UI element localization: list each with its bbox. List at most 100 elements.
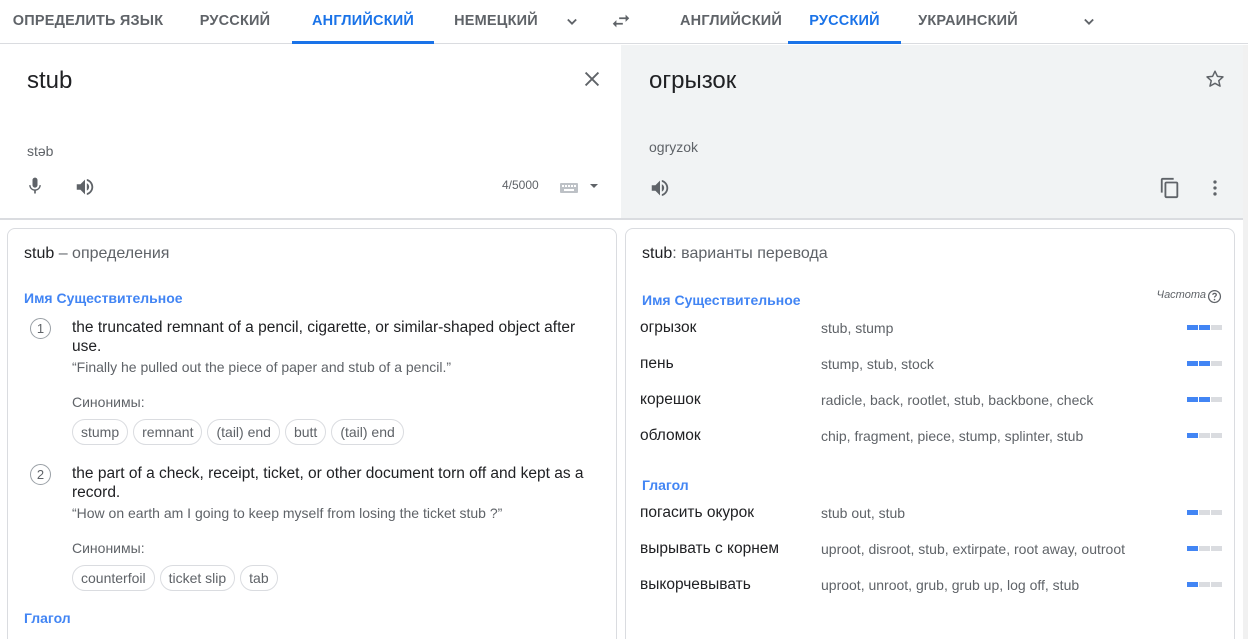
definition-example: “Finally he pulled out the piece of pape… <box>72 359 452 375</box>
translation-word[interactable]: огрызок <box>640 319 696 337</box>
source-more-languages-button[interactable] <box>558 8 586 36</box>
verb-section-label: Глагол <box>24 610 71 626</box>
voice-input-button[interactable] <box>22 173 48 199</box>
frequency-bar-segment <box>1199 361 1210 366</box>
translation-row: обломок chip, fragment, piece, stump, spl… <box>640 427 1222 463</box>
scrollbar-track[interactable] <box>1243 45 1248 639</box>
frequency-bar-segment <box>1199 397 1210 402</box>
tab-target-english[interactable]: АНГЛИЙСКИЙ <box>656 0 806 43</box>
translation-word[interactable]: выкорчевывать <box>640 576 751 594</box>
listen-source-button[interactable] <box>71 173 99 201</box>
speaker-icon <box>651 179 669 197</box>
frequency-bar-segment <box>1187 361 1198 366</box>
frequency-indicator <box>1187 325 1222 330</box>
character-counter: 4/5000 <box>502 178 539 192</box>
verb-section-label: Глагол <box>642 477 689 493</box>
synonym-chip[interactable]: counterfoil <box>72 565 155 591</box>
synonym-chips: stump remnant (tail) end butt (tail) end <box>72 419 404 445</box>
chevron-down-icon <box>567 18 577 25</box>
target-pane: огрызок ogryzok <box>621 45 1243 218</box>
synonyms-label: Синонимы: <box>72 540 145 556</box>
synonyms-label: Синонимы: <box>72 394 145 410</box>
pane-divider <box>0 218 1243 220</box>
translations-title-word: stub <box>642 245 673 262</box>
synonym-chip[interactable]: butt <box>284 419 327 445</box>
copy-icon <box>1160 177 1179 199</box>
translation-word[interactable]: корешок <box>640 391 701 409</box>
definition-example: “How on earth am I going to keep myself … <box>72 505 503 521</box>
frequency-bar-segment <box>1211 433 1222 438</box>
definitions-title-suffix: – определения <box>54 245 170 262</box>
frequency-bar-segment <box>1199 510 1210 515</box>
synonym-chip[interactable]: (tail) end <box>207 419 280 445</box>
speaker-icon <box>76 178 94 196</box>
translation-row: погасить окурок stub out, stub <box>640 504 1222 540</box>
tab-target-ukrainian[interactable]: УКРАИНСКИЙ <box>908 0 1028 43</box>
frequency-bar-segment <box>1211 546 1222 551</box>
translation-output: огрызок <box>649 67 737 94</box>
frequency-bar-segment <box>1199 433 1210 438</box>
noun-section-label: Имя Существительное <box>24 290 183 306</box>
translation-back-synonyms: chip, fragment, piece, stump, splinter, … <box>821 428 1084 444</box>
frequency-bar-segment <box>1211 325 1222 330</box>
frequency-indicator <box>1187 397 1222 402</box>
tab-source-english[interactable]: АНГЛИЙСКИЙ <box>292 0 434 44</box>
translation-row: вырывать с корнем uproot, disroot, stub, … <box>640 540 1222 576</box>
more-vert-icon <box>1213 180 1217 196</box>
definition-text: the truncated remnant of a pencil, cigar… <box>72 319 576 355</box>
clear-source-button[interactable] <box>578 65 606 93</box>
chevron-down-icon <box>1084 18 1094 25</box>
more-options-button[interactable] <box>1201 174 1229 202</box>
source-text-input[interactable]: stub <box>27 67 72 95</box>
listen-translation-button[interactable] <box>646 174 674 202</box>
translation-word[interactable]: пень <box>640 355 674 373</box>
clear-icon <box>584 71 600 87</box>
frequency-bar-segment <box>1187 397 1198 402</box>
tab-source-german[interactable]: НЕМЕЦКИЙ <box>444 0 548 43</box>
definitions-title: stub – определения <box>24 245 169 263</box>
frequency-bar-segment <box>1199 546 1210 551</box>
microphone-icon <box>29 177 41 194</box>
source-transcription: stəb <box>27 143 54 159</box>
frequency-indicator <box>1187 546 1222 551</box>
copy-translation-button[interactable] <box>1156 174 1184 202</box>
swap-languages-button[interactable] <box>606 6 636 36</box>
translation-back-synonyms: uproot, unroot, grub, grub up, log off, … <box>821 577 1080 593</box>
synonym-chip[interactable]: remnant <box>133 419 203 445</box>
keyboard-button[interactable] <box>556 175 602 197</box>
tab-source-russian[interactable]: РУССКИЙ <box>183 0 287 43</box>
translation-row: корешок radicle, back, rootlet, stub, bac… <box>640 391 1222 427</box>
tab-target-russian[interactable]: РУССКИЙ <box>788 0 901 44</box>
translation-word[interactable]: обломок <box>640 427 701 445</box>
frequency-bar-segment <box>1187 325 1198 330</box>
translation-word[interactable]: вырывать с корнем <box>640 540 779 558</box>
definition-number: 1 <box>30 318 51 339</box>
frequency-label: Частота <box>1156 289 1206 301</box>
frequency-bar-segment <box>1187 582 1198 587</box>
language-bar: ОПРЕДЕЛИТЬ ЯЗЫК РУССКИЙ АНГЛИЙСКИЙ НЕМЕЦ… <box>0 0 1248 44</box>
definition-number: 2 <box>30 464 51 485</box>
keyboard-icon <box>560 183 598 193</box>
frequency-help-button[interactable] <box>1206 288 1222 304</box>
translation-back-synonyms: stump, stub, stock <box>821 356 934 372</box>
translation-word[interactable]: погасить окурок <box>640 504 754 522</box>
synonym-chip[interactable]: tab <box>240 565 278 591</box>
synonym-chip[interactable]: ticket slip <box>159 565 236 591</box>
translation-back-synonyms: stub out, stub <box>821 505 906 521</box>
tab-detect-language[interactable]: ОПРЕДЕЛИТЬ ЯЗЫК <box>8 0 168 43</box>
frequency-indicator <box>1187 582 1222 587</box>
save-translation-button[interactable] <box>1201 65 1229 93</box>
translations-title-suffix: : варианты перевода <box>672 245 828 262</box>
frequency-bar-segment <box>1211 361 1222 366</box>
frequency-indicator <box>1187 361 1222 366</box>
translation-back-synonyms: uproot, disroot, stub, extirpate, root a… <box>821 541 1126 557</box>
frequency-indicator <box>1187 433 1222 438</box>
synonym-chip[interactable]: (tail) end <box>331 419 404 445</box>
translations-title: stub: варианты перевода <box>642 245 828 263</box>
frequency-bar-segment <box>1211 397 1222 402</box>
definitions-card: stub – определения Имя Существительное 1… <box>7 228 617 639</box>
frequency-bar-segment <box>1211 510 1222 515</box>
translation-row: огрызок stub, stump <box>640 319 1222 355</box>
synonym-chip[interactable]: stump <box>72 419 129 445</box>
target-more-languages-button[interactable] <box>1075 8 1103 36</box>
